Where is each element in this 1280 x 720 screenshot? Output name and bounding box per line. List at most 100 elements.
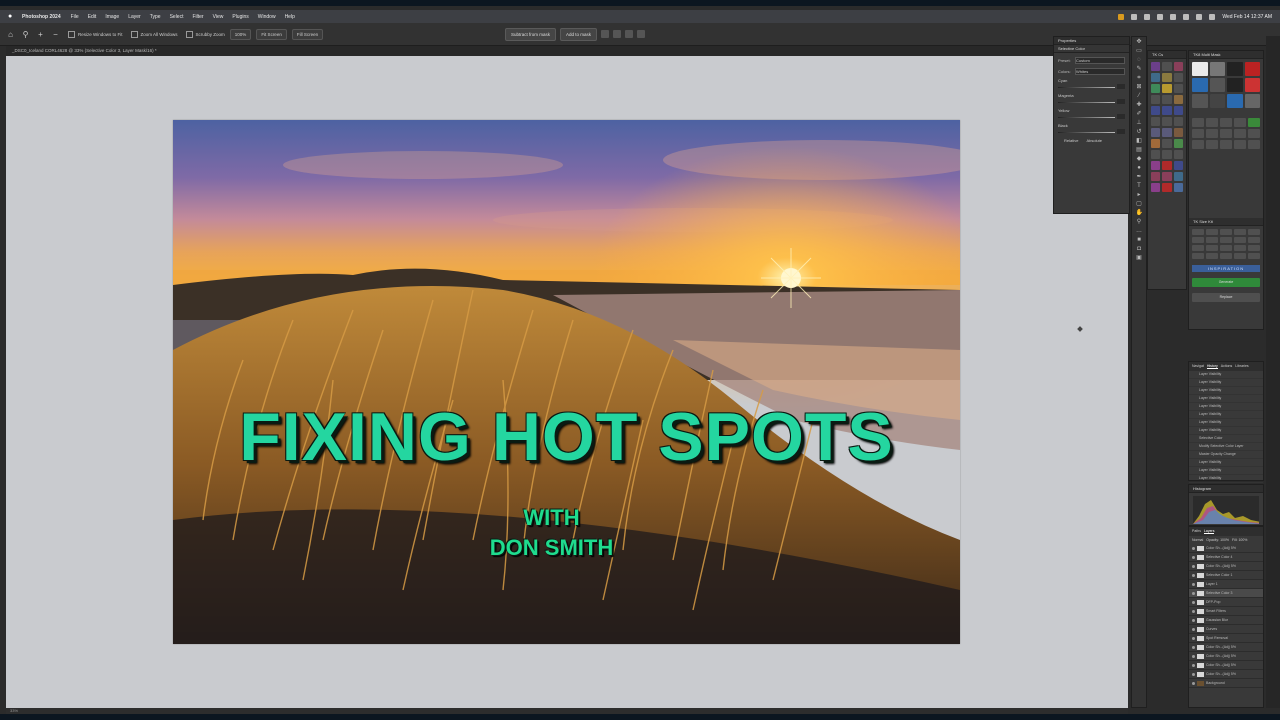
layer-row-selected[interactable]: Selective Color 3 [1189, 589, 1263, 598]
layer-row[interactable]: Selective Color 1 [1189, 571, 1263, 580]
tk-button[interactable] [1162, 150, 1172, 159]
stamp-tool-icon[interactable]: ⊥ [1136, 120, 1143, 127]
menu-help[interactable]: Help [285, 14, 295, 20]
layer-row[interactable]: Color Sh...(Adj) 5% [1189, 661, 1263, 670]
path-select-tool-icon[interactable]: ▸ [1136, 192, 1143, 199]
history-item[interactable]: Modify Selective Color Layer [1189, 443, 1263, 451]
size-button[interactable] [1220, 237, 1232, 243]
menu-filter[interactable]: Filter [192, 14, 203, 20]
wifi-icon[interactable] [1183, 13, 1190, 20]
size-button[interactable] [1248, 253, 1260, 259]
add-to-mask-button[interactable]: Add to mask [560, 27, 598, 41]
history-item[interactable]: Layer Visibility [1189, 371, 1263, 379]
eye-icon[interactable] [1192, 627, 1195, 631]
shape-tool-icon[interactable]: ▢ [1136, 201, 1143, 208]
tk-button[interactable] [1173, 139, 1183, 148]
zoom-tool-icon[interactable]: ⚲ [1136, 219, 1143, 226]
blend-mode-select[interactable]: Normal [1192, 538, 1203, 542]
scrubby-zoom-checkbox[interactable]: Scrubby Zoom [185, 30, 225, 38]
eye-icon[interactable] [1192, 555, 1195, 559]
brush-tool-icon[interactable]: ✐ [1136, 111, 1143, 118]
size-button[interactable] [1220, 253, 1232, 259]
layer-row[interactable]: Spot Removal [1189, 634, 1263, 643]
layer-row[interactable]: Smart Filters [1189, 607, 1263, 616]
mask-tool-button[interactable] [1206, 118, 1218, 127]
size-button[interactable] [1234, 237, 1246, 243]
layer-row[interactable]: Color Sh...(Adj) 5% [1189, 643, 1263, 652]
foreground-color-icon[interactable]: ■ [1136, 237, 1143, 244]
history-item[interactable]: Layer Visibility [1189, 475, 1263, 483]
eye-icon[interactable] [1192, 591, 1195, 595]
tk-button[interactable] [1162, 139, 1172, 148]
mask-tool-button[interactable] [1220, 140, 1232, 149]
tk-button[interactable] [1162, 62, 1172, 71]
history-brush-tool-icon[interactable]: ↺ [1136, 129, 1143, 136]
zoom-tool-icon[interactable]: ⚲ [21, 30, 30, 39]
size-button[interactable] [1192, 237, 1204, 243]
collapsed-panel-strip[interactable] [1266, 36, 1280, 708]
menubar-clock[interactable]: Wed Feb 14 12:37 AM [1222, 14, 1272, 20]
blur-tool-icon[interactable]: ◆ [1136, 156, 1143, 163]
lasso-tool-icon[interactable]: ◌ [1136, 57, 1143, 64]
tk-button[interactable] [1173, 183, 1183, 192]
history-item[interactable]: Selective Color [1189, 435, 1263, 443]
mask-tool-button[interactable] [1206, 140, 1218, 149]
yellow-slider[interactable] [1058, 114, 1125, 119]
crop-tool-icon[interactable]: ⌗ [1136, 75, 1143, 82]
tk-button[interactable] [1151, 117, 1161, 126]
status-icon[interactable] [1131, 13, 1138, 20]
history-item[interactable]: Layer Visibility [1189, 467, 1263, 475]
size-button[interactable] [1220, 245, 1232, 251]
zoom-out-icon[interactable]: − [51, 30, 60, 39]
generate-button[interactable]: Generate [1192, 278, 1260, 287]
tk-button[interactable] [1173, 161, 1183, 170]
tk-button[interactable] [1151, 183, 1161, 192]
menu-image[interactable]: Image [105, 14, 119, 20]
history-item[interactable]: Layer Visibility [1189, 387, 1263, 395]
mask-tool-button[interactable] [1206, 129, 1218, 138]
size-button[interactable] [1206, 245, 1218, 251]
mask-options-icon[interactable] [613, 30, 622, 38]
eye-icon[interactable] [1192, 672, 1195, 676]
dodge-tool-icon[interactable]: ● [1136, 165, 1143, 172]
resize-windows-checkbox[interactable]: Resize Windows to Fit [68, 30, 123, 38]
control-center-icon[interactable] [1209, 13, 1216, 20]
tk-size-kit-header[interactable]: TK Size Kit [1189, 218, 1263, 226]
fill-field[interactable]: Fill: 100% [1232, 538, 1247, 542]
tab-history[interactable]: History [1206, 364, 1218, 369]
layer-row[interactable]: Layer 1 [1189, 580, 1263, 589]
tk-button[interactable] [1162, 95, 1172, 104]
fill-screen-button[interactable]: Fill Screen [291, 28, 324, 40]
edit-toolbar-icon[interactable]: … [1136, 228, 1143, 235]
layer-row[interactable]: DFP-Pop [1189, 598, 1263, 607]
tk-button[interactable] [1151, 172, 1161, 181]
size-button[interactable] [1206, 253, 1218, 259]
eyedropper-tool-icon[interactable]: ⁄ [1136, 93, 1143, 100]
menu-plugins[interactable]: Plugins [232, 14, 248, 20]
size-button[interactable] [1234, 253, 1246, 259]
layer-row[interactable]: Gaussian Blur [1189, 616, 1263, 625]
tk-button[interactable] [1151, 95, 1161, 104]
layer-row[interactable]: Curves [1189, 625, 1263, 634]
size-button[interactable] [1248, 237, 1260, 243]
layer-row[interactable]: Color Sh...(Adj) 5% [1189, 544, 1263, 553]
quick-select-tool-icon[interactable]: ✎ [1136, 66, 1143, 73]
tk-button[interactable] [1173, 62, 1183, 71]
mask-tool-button[interactable] [1248, 118, 1260, 127]
invert-mask-icon[interactable] [601, 30, 610, 38]
mask-tool-button[interactable] [1234, 140, 1246, 149]
type-tool-icon[interactable]: T [1136, 183, 1143, 190]
mask-tool-button[interactable] [1234, 118, 1246, 127]
frame-tool-icon[interactable]: ⊠ [1136, 84, 1143, 91]
tk-button[interactable] [1151, 106, 1161, 115]
layer-row[interactable]: Color Sh...(Adj) 5% [1189, 562, 1263, 571]
eye-icon[interactable] [1192, 636, 1195, 640]
status-icon[interactable] [1144, 13, 1151, 20]
size-button[interactable] [1206, 237, 1218, 243]
eye-icon[interactable] [1192, 582, 1195, 586]
opacity-field[interactable]: Opacity: 100% [1206, 538, 1229, 542]
tk-button[interactable] [1173, 117, 1183, 126]
absolute-radio[interactable]: Absolute [1086, 138, 1102, 143]
histogram-header[interactable]: Histogram [1189, 485, 1263, 493]
menu-select[interactable]: Select [170, 14, 184, 20]
